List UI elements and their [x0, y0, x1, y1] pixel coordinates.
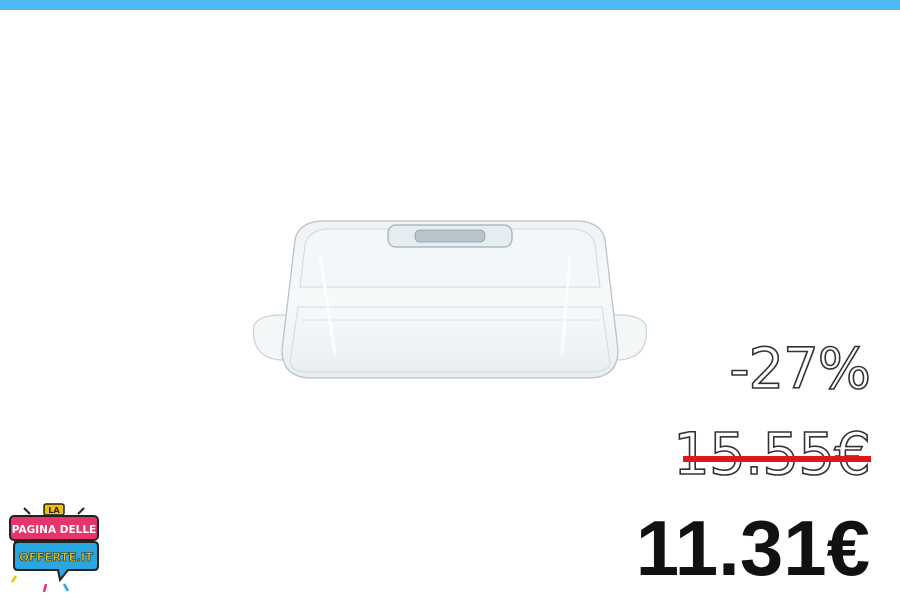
top-accent-bar — [0, 0, 900, 10]
svg-text:LA: LA — [48, 506, 60, 515]
new-price: 11.31€ — [635, 504, 870, 592]
site-logo: LA PAGINA DELLE OFFERTE.IT — [9, 503, 99, 593]
old-price: 15.55€ — [672, 420, 872, 488]
old-price-strikethrough — [683, 456, 871, 462]
svg-text:PAGINA DELLE: PAGINA DELLE — [12, 524, 96, 536]
butter-dish-image — [252, 220, 648, 379]
discount-percentage: -27% — [729, 337, 872, 403]
svg-text:OFFERTE.IT: OFFERTE.IT — [19, 550, 93, 564]
